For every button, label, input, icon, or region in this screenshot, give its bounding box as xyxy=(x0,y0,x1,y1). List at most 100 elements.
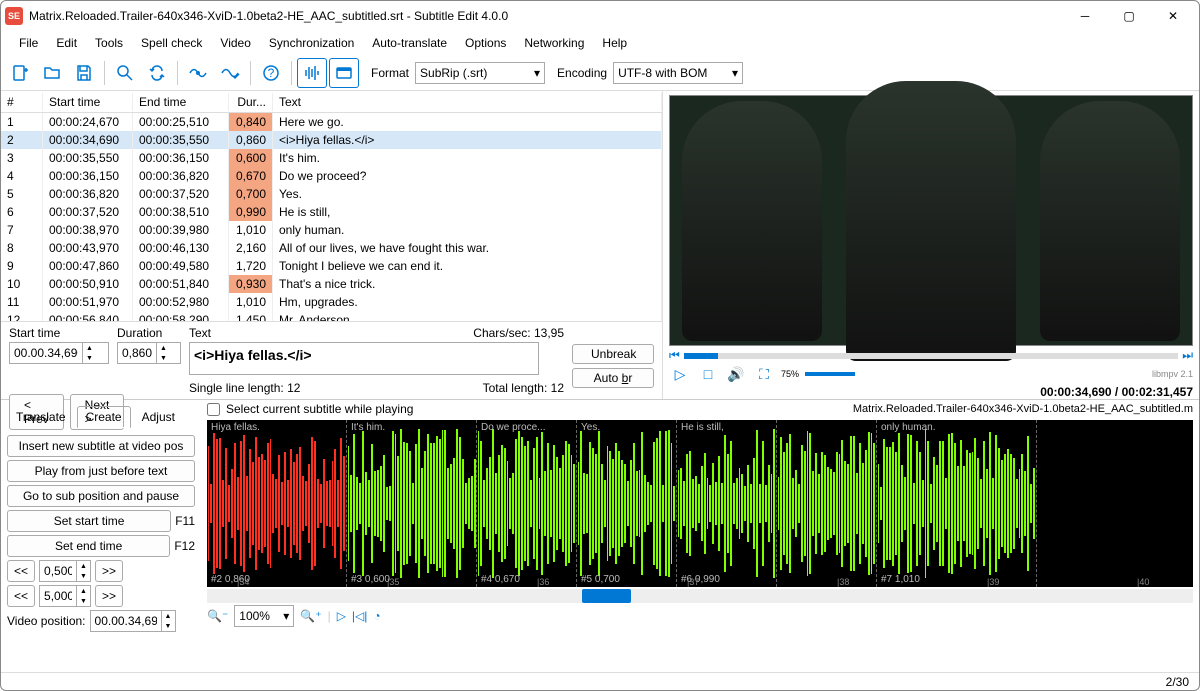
open-icon[interactable] xyxy=(37,58,67,88)
menu-synchronization[interactable]: Synchronization xyxy=(261,34,362,52)
menu-options[interactable]: Options xyxy=(457,34,514,52)
table-row[interactable]: 600:00:37,52000:00:38,5100,990He is stil… xyxy=(1,203,662,221)
fullscreen-icon[interactable]: ⛶ xyxy=(753,363,775,385)
skip-fwd-icon[interactable]: ⏭ xyxy=(1182,348,1193,363)
visual-sync-icon[interactable] xyxy=(183,58,213,88)
zoom-out-icon[interactable]: 🔍⁻ xyxy=(207,609,228,623)
table-row[interactable]: 500:00:36,82000:00:37,5200,700Yes. xyxy=(1,185,662,203)
col-end[interactable]: End time xyxy=(133,93,229,111)
menu-edit[interactable]: Edit xyxy=(48,34,85,52)
list-header: # Start time End time Dur... Text xyxy=(1,91,662,113)
table-row[interactable]: 700:00:38,97000:00:39,9801,010only human… xyxy=(1,221,662,239)
video-icon[interactable] xyxy=(329,58,359,88)
table-row[interactable]: 900:00:47,86000:00:49,5801,720Tonight I … xyxy=(1,257,662,275)
format-select[interactable]: SubRip (.srt)▾ xyxy=(415,62,545,84)
play-before-button[interactable]: Play from just before text xyxy=(7,460,195,482)
duration-label: Duration xyxy=(117,326,181,340)
nudge-back-2[interactable]: << xyxy=(7,585,35,607)
tab-adjust[interactable]: Adjust xyxy=(133,406,184,428)
tab-translate[interactable]: Translate xyxy=(7,406,75,428)
col-start[interactable]: Start time xyxy=(43,93,133,111)
table-row[interactable]: 300:00:35,55000:00:36,1500,600It's him. xyxy=(1,149,662,167)
menubar: FileEditToolsSpell checkVideoSynchroniza… xyxy=(1,31,1199,55)
menu-help[interactable]: Help xyxy=(594,34,635,52)
subtitle-text-input[interactable]: <i>Hiya fellas.</i> xyxy=(189,342,539,375)
close-button[interactable]: ✕ xyxy=(1151,2,1195,30)
table-row[interactable]: 1100:00:51,97000:00:52,9801,010Hm, upgra… xyxy=(1,293,662,311)
save-icon[interactable] xyxy=(69,58,99,88)
vidpos-input[interactable]: ▲▼ xyxy=(90,610,176,632)
play-icon[interactable]: ▷ xyxy=(669,363,691,385)
video-preview[interactable]: Hiya fellas. xyxy=(669,95,1193,346)
single-length-label: Single line length: 12 xyxy=(189,381,300,395)
titlebar: SE Matrix.Reloaded.Trailer-640x346-XviD-… xyxy=(1,1,1199,31)
maximize-button[interactable]: ▢ xyxy=(1107,2,1151,30)
volume-label: 75% xyxy=(781,369,799,379)
goto-sub-button[interactable]: Go to sub position and pause xyxy=(7,485,195,507)
set-end-button[interactable]: Set end time xyxy=(7,535,170,557)
table-row[interactable]: 400:00:36,15000:00:36,8200,670Do we proc… xyxy=(1,167,662,185)
agent-left xyxy=(682,101,822,341)
table-row[interactable]: 800:00:43,97000:00:46,1302,160All of our… xyxy=(1,239,662,257)
start-time-label: Start time xyxy=(9,326,109,340)
replace-icon[interactable] xyxy=(142,58,172,88)
unbreak-button[interactable]: Unbreak xyxy=(572,344,654,364)
menu-file[interactable]: File xyxy=(11,34,46,52)
nudge-1-input[interactable]: ▲▼ xyxy=(39,560,91,582)
video-progress[interactable] xyxy=(684,353,1178,359)
status-counter: 2/30 xyxy=(1166,675,1189,689)
waveform-scrollbar[interactable] xyxy=(207,589,1193,603)
skip-back-icon[interactable]: ⏮ xyxy=(669,348,680,363)
menu-spell-check[interactable]: Spell check xyxy=(133,34,210,52)
table-row[interactable]: 100:00:24,67000:00:25,5100,840Here we go… xyxy=(1,113,662,131)
menu-networking[interactable]: Networking xyxy=(516,34,592,52)
set-start-button[interactable]: Set start time xyxy=(7,510,171,532)
volume-icon[interactable]: 🔊 xyxy=(725,363,747,385)
wave-play-icon[interactable]: ▷ xyxy=(337,609,346,623)
new-icon[interactable] xyxy=(5,58,35,88)
stop-icon[interactable]: □ xyxy=(697,363,719,385)
table-row[interactable]: 1200:00:56,84000:00:58,2901,450Mr. Ander… xyxy=(1,311,662,321)
start-time-input[interactable]: ▲▼ xyxy=(9,342,109,364)
menu-video[interactable]: Video xyxy=(212,34,258,52)
help-icon[interactable]: ? xyxy=(256,58,286,88)
waveform[interactable]: Hiya fellas.#2 0,860It's him.#3 0,600Do … xyxy=(207,420,1193,587)
zoom-in-icon[interactable]: 🔍⁺ xyxy=(300,609,321,623)
spellcheck-icon[interactable] xyxy=(215,58,245,88)
waveform-icon[interactable] xyxy=(297,58,327,88)
menu-tools[interactable]: Tools xyxy=(87,34,131,52)
agent-center xyxy=(846,81,1016,361)
tab-create[interactable]: Create xyxy=(77,406,131,428)
nudge-fwd-2[interactable]: >> xyxy=(95,585,123,607)
table-row[interactable]: 1000:00:50,91000:00:51,8400,930That's a … xyxy=(1,275,662,293)
table-row[interactable]: 200:00:34,69000:00:35,5500,860<i>Hiya fe… xyxy=(1,131,662,149)
window-title: Matrix.Reloaded.Trailer-640x346-XviD-1.0… xyxy=(29,9,1063,23)
col-duration[interactable]: Dur... xyxy=(229,93,273,111)
col-number[interactable]: # xyxy=(1,93,43,111)
autobr-button[interactable]: Auto br xyxy=(572,368,654,388)
subtitle-list[interactable]: 100:00:24,67000:00:25,5100,840Here we go… xyxy=(1,113,662,321)
create-tabs: TranslateCreateAdjust xyxy=(7,406,195,428)
engine-label: libmpv 2.1 xyxy=(1152,369,1193,379)
agent-right xyxy=(1040,101,1180,341)
volume-slider[interactable] xyxy=(805,372,855,376)
chevron-down-icon: ▾ xyxy=(732,66,738,80)
video-time: 00:00:34,690 / 00:02:31,457 xyxy=(1040,385,1193,399)
select-while-playing-label: Select current subtitle while playing xyxy=(226,402,413,416)
encoding-label: Encoding xyxy=(557,66,607,80)
find-icon[interactable] xyxy=(110,58,140,88)
menu-auto-translate[interactable]: Auto-translate xyxy=(364,34,455,52)
nudge-fwd-1[interactable]: >> xyxy=(95,560,123,582)
vidpos-label: Video position: xyxy=(7,614,86,628)
insert-subtitle-button[interactable]: Insert new subtitle at video pos xyxy=(7,435,195,457)
wave-loop-icon[interactable]: |◁| xyxy=(352,609,367,623)
nudge-2-input[interactable]: ▲▼ xyxy=(39,585,91,607)
col-text[interactable]: Text xyxy=(273,93,662,111)
wave-speed-icon[interactable]: ◔ xyxy=(373,609,380,623)
minimize-button[interactable]: ─ xyxy=(1063,2,1107,30)
select-while-playing-checkbox[interactable] xyxy=(207,403,220,416)
nudge-back-1[interactable]: << xyxy=(7,560,35,582)
duration-input[interactable]: ▲▼ xyxy=(117,342,181,364)
zoom-select[interactable]: 100%▾ xyxy=(234,605,294,627)
encoding-select[interactable]: UTF-8 with BOM▾ xyxy=(613,62,743,84)
